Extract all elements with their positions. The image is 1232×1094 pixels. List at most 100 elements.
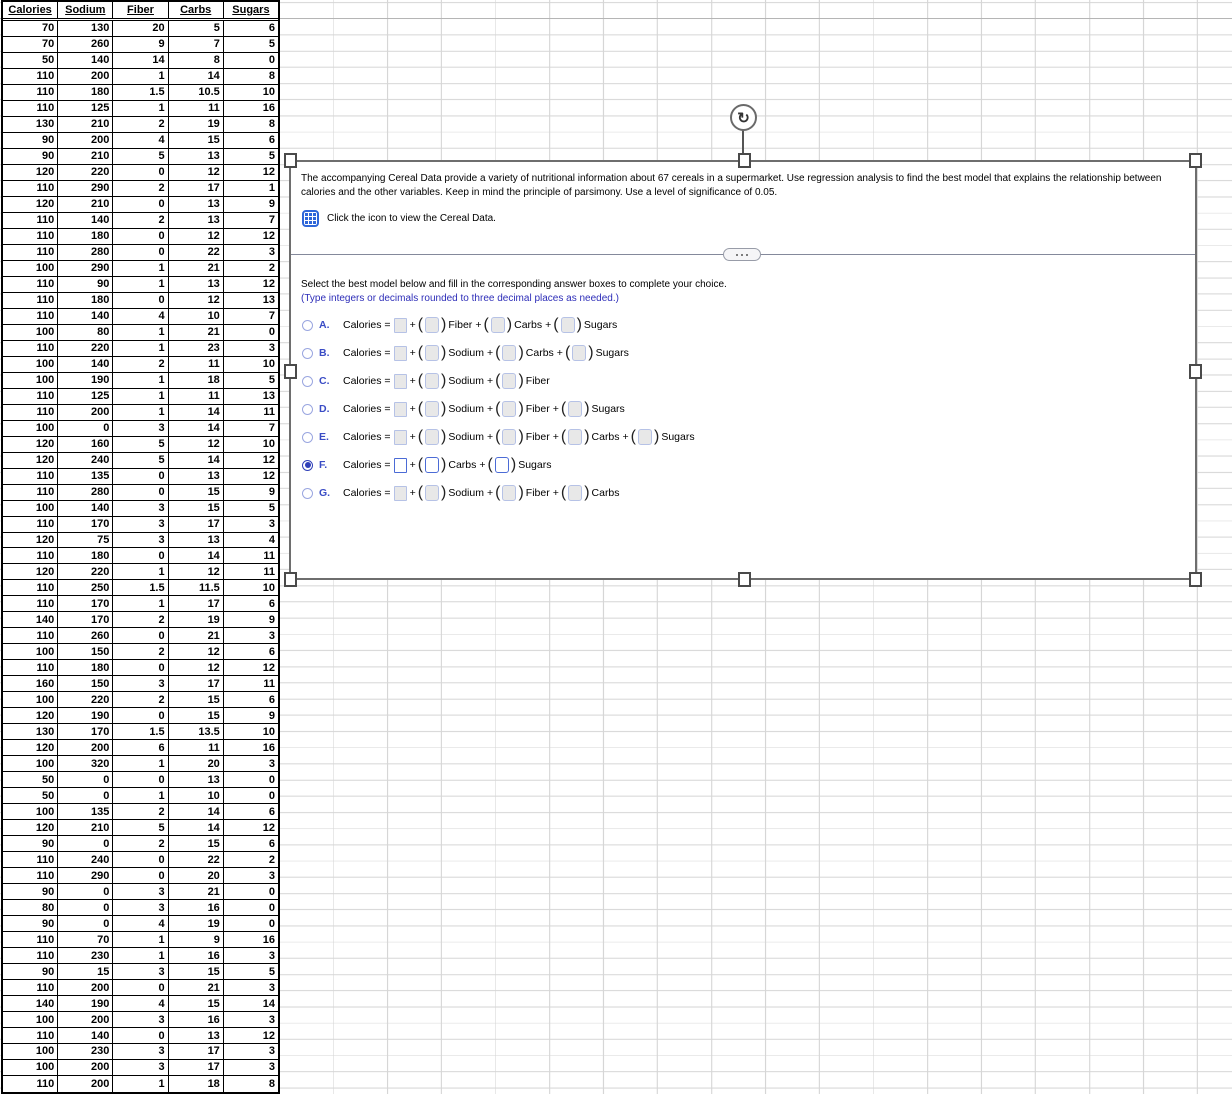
table-cell: 21: [168, 324, 224, 341]
table-cell: 90: [3, 836, 59, 853]
table-cell: 100: [3, 420, 59, 437]
coefficient-answer-box[interactable]: [425, 457, 440, 473]
radio-option-e[interactable]: [302, 431, 313, 443]
intercept-answer-box[interactable]: [393, 457, 407, 473]
table-cell: 200: [58, 1059, 114, 1076]
table-cell: 120: [3, 564, 59, 581]
resize-handle-middle-right[interactable]: [1189, 364, 1202, 379]
rotate-handle[interactable]: ↻: [730, 104, 757, 131]
plus-sign: +: [409, 403, 416, 415]
term-label: Fiber: [448, 319, 473, 331]
paren-open: (: [417, 400, 424, 417]
table-row: 130 170 1.5 13.5 10: [3, 724, 279, 741]
table-cell: 80: [58, 324, 114, 341]
table-cell: 11: [168, 100, 224, 117]
table-cell: 2: [113, 356, 169, 373]
table-row: 110 250 1.5 11.5 10: [3, 580, 279, 597]
resize-handle-top-middle[interactable]: [738, 153, 751, 168]
resize-handle-middle-left[interactable]: [284, 364, 297, 379]
resize-handle-bottom-middle[interactable]: [738, 572, 751, 587]
table-cell: 5: [223, 373, 279, 389]
table-cell: 110: [3, 980, 59, 997]
table-cell: 9: [168, 932, 224, 949]
radio-option-a[interactable]: [302, 319, 313, 331]
table-row: 100 150 2 12 6: [3, 644, 279, 661]
paren-open: (: [417, 316, 424, 333]
table-cell: 120: [3, 532, 59, 549]
table-cell: 320: [58, 756, 114, 773]
paren-open: (: [560, 428, 567, 445]
table-cell: 17: [168, 676, 224, 693]
resize-handle-bottom-left[interactable]: [284, 572, 297, 587]
table-cell: 12: [168, 660, 224, 677]
paren-close: ): [654, 428, 660, 445]
table-cell: 110: [3, 404, 59, 421]
table-cell: 90: [3, 884, 59, 901]
table-cell: 10: [223, 580, 279, 597]
answer-option-b: B. Calories = +() Sodium +() Carbs +() Sugars: [302, 339, 1185, 367]
table-cell: 70: [58, 932, 114, 949]
plus-sign: +: [486, 375, 494, 387]
equation-lhs: Calories =: [343, 431, 391, 443]
table-cell: 100: [3, 1059, 59, 1076]
table-cell: 13: [168, 1028, 224, 1044]
term-label: Carbs: [591, 431, 620, 443]
table-row: 110 280 0 15 9: [3, 484, 279, 501]
paren-close: ): [506, 316, 513, 333]
table-cell: 1: [113, 564, 169, 581]
table-cell: 200: [58, 740, 114, 757]
column-header: Carbs: [169, 2, 224, 18]
radio-option-b[interactable]: [302, 347, 313, 359]
coefficient-answer-box[interactable]: [494, 457, 509, 473]
table-cell: 180: [58, 548, 114, 565]
paren-close: ): [510, 456, 517, 473]
collapse-divider-button[interactable]: [723, 248, 761, 261]
table-cell: 10.5: [168, 84, 224, 101]
table-cell: 19: [168, 612, 224, 629]
radio-option-f[interactable]: [302, 459, 313, 471]
table-cell: 14: [113, 52, 169, 69]
table-cell: 9: [223, 708, 279, 725]
table-cell: 75: [58, 532, 114, 549]
radio-option-g[interactable]: [302, 487, 313, 499]
table-cell: 100: [3, 692, 59, 709]
table-cell: 140: [58, 52, 114, 69]
paren-close: ): [518, 428, 524, 445]
table-cell: 290: [58, 868, 114, 885]
table-row: 50 0 1 10 0: [3, 788, 279, 805]
intercept-answer-box: [393, 317, 407, 333]
resize-handle-bottom-right[interactable]: [1189, 572, 1202, 587]
paren-close: ): [518, 344, 524, 361]
radio-option-c[interactable]: [302, 375, 313, 387]
intercept-answer-box: [393, 373, 407, 389]
table-row: 90 0 4 19 0: [3, 916, 279, 933]
option-letter: E.: [319, 431, 329, 443]
table-cell: 2: [113, 804, 169, 821]
table-cell: 16: [168, 948, 224, 965]
paren-open: (: [553, 316, 559, 333]
resize-handle-top-left[interactable]: [284, 153, 297, 168]
answer-option-e: E. Calories = +() Sodium +() Fiber +() Carbs +()…: [302, 423, 1185, 451]
table-cell: 290: [58, 180, 114, 197]
view-data-table-icon[interactable]: [302, 210, 319, 227]
table-cell: 13: [168, 772, 224, 789]
paren-open: (: [487, 456, 493, 473]
table-row: 140 170 2 19 9: [3, 612, 279, 629]
table-cell: 15: [168, 484, 224, 501]
radio-option-d[interactable]: [302, 403, 313, 415]
coefficient-answer-box: [502, 485, 517, 501]
resize-handle-top-right[interactable]: [1189, 153, 1202, 168]
table-row: 110 170 1 17 6: [3, 596, 279, 613]
table-cell: 15: [58, 964, 114, 981]
table-cell: 5: [223, 501, 279, 517]
paren-open: (: [560, 400, 567, 417]
table-cell: 90: [3, 148, 59, 165]
paren-close: ): [518, 372, 524, 389]
table-cell: 200: [58, 404, 114, 421]
coefficient-answer-box: [502, 345, 517, 361]
table-cell: 140: [3, 612, 59, 629]
paren-close: ): [518, 400, 524, 417]
table-cell: 120: [3, 164, 59, 181]
equation-lhs: Calories =: [343, 375, 391, 387]
table-cell: 9: [223, 197, 279, 213]
